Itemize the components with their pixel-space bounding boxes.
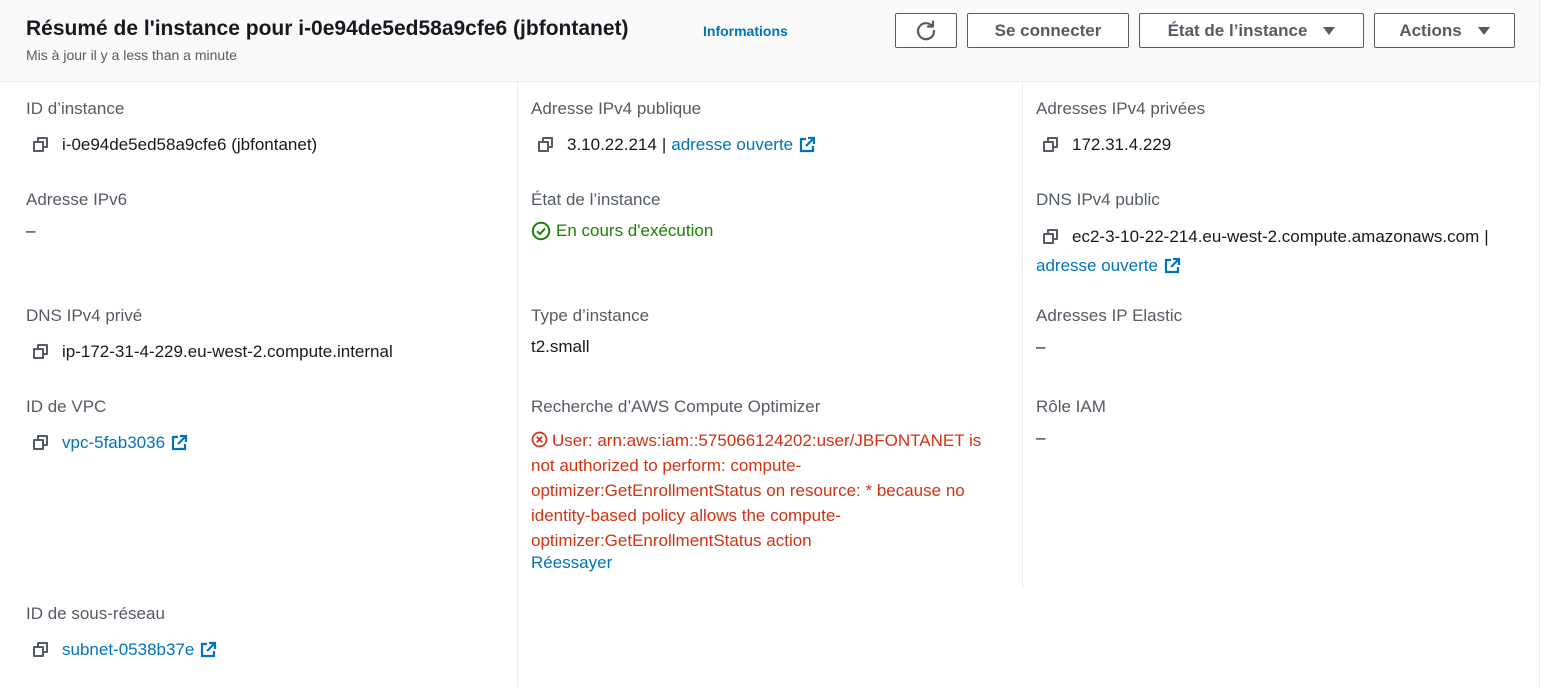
check-circle-icon	[531, 221, 551, 241]
copy-icon[interactable]	[33, 642, 49, 658]
copy-icon[interactable]	[33, 435, 49, 451]
ipv6-value: –	[26, 221, 36, 240]
elastic-ip-value: –	[1036, 337, 1046, 356]
public-dns-text: ec2-3-10-22-214.eu-west-2.compute.amazon…	[1072, 227, 1480, 246]
last-updated-text: Mis à jour il y a less than a minute	[26, 47, 237, 63]
connect-button[interactable]: Se connecter	[967, 13, 1129, 48]
public-ipv4-text: 3.10.22.214	[567, 135, 657, 154]
instance-state-dropdown[interactable]: État de l’instance	[1139, 13, 1364, 48]
instance-type-value: t2.small	[531, 337, 590, 356]
column-divider	[1022, 82, 1023, 589]
elastic-ip-label: Adresses IP Elastic	[1036, 306, 1183, 325]
separator: |	[661, 135, 667, 154]
public-dns-value: ec2-3-10-22-214.eu-west-2.compute.amazon…	[1043, 227, 1494, 247]
instance-state-dropdown-label: État de l’instance	[1167, 20, 1308, 40]
private-ipv4-text: 172.31.4.229	[1072, 135, 1172, 154]
compute-optimizer-error-text: User: arn:aws:iam::575066124202:user/JBF…	[531, 431, 982, 550]
compute-optimizer-label: Recherche d’AWS Compute Optimizer	[531, 397, 821, 416]
instance-state-label: État de l’instance	[531, 190, 661, 209]
external-link-icon	[800, 136, 816, 153]
page-title: Résumé de l'instance pour i-0e94de5ed58a…	[26, 17, 629, 40]
copy-icon[interactable]	[538, 137, 554, 153]
vpc-id-label: ID de VPC	[26, 397, 107, 416]
private-ipv4-value: 172.31.4.229	[1043, 135, 1171, 155]
refresh-icon	[916, 19, 936, 40]
instance-type-label: Type d’instance	[531, 306, 650, 325]
retry-link[interactable]: Réessayer	[531, 553, 612, 573]
private-ipv4-label: Adresses IPv4 privées	[1036, 99, 1206, 118]
refresh-button[interactable]	[895, 13, 957, 48]
actions-dropdown-label: Actions	[1399, 20, 1462, 40]
vpc-id-value: vpc-5fab3036	[33, 433, 188, 453]
caret-down-icon	[1323, 26, 1336, 35]
public-dns-open: adresse ouverte	[1036, 256, 1181, 276]
subnet-id-label: ID de sous-réseau	[26, 604, 165, 623]
instance-id-text: i-0e94de5ed58a9cfe6 (jbfontanet)	[62, 135, 318, 154]
public-ipv4-label: Adresse IPv4 publique	[531, 99, 702, 118]
public-dns-label: DNS IPv4 public	[1036, 190, 1160, 209]
private-dns-label: DNS IPv4 privé	[26, 306, 143, 325]
actions-dropdown[interactable]: Actions	[1374, 13, 1515, 48]
column-divider	[517, 82, 518, 687]
external-link-icon	[201, 641, 217, 658]
public-ipv4-open-link[interactable]: adresse ouverte	[671, 135, 793, 155]
info-link[interactable]: Informations	[703, 23, 788, 39]
external-link-icon	[171, 434, 188, 451]
private-dns-value: ip-172-31-4-229.eu-west-2.compute.intern…	[33, 342, 393, 362]
instance-state-value: En cours d'exécution	[531, 221, 713, 241]
page-header: Résumé de l'instance pour i-0e94de5ed58a…	[0, 0, 1540, 82]
copy-icon[interactable]	[33, 137, 49, 153]
vpc-id-link[interactable]: vpc-5fab3036	[62, 433, 165, 453]
subnet-id-value: subnet-0538b37e	[33, 640, 217, 660]
copy-icon[interactable]	[1043, 137, 1059, 153]
separator: |	[1484, 227, 1489, 246]
error-icon	[531, 431, 548, 448]
public-ipv4-value: 3.10.22.214 | adresse ouverte	[538, 135, 816, 155]
instance-state-text: En cours d'exécution	[556, 221, 714, 240]
public-dns-open-link[interactable]: adresse ouverte	[1036, 256, 1158, 276]
external-link-icon	[1164, 257, 1181, 274]
private-dns-text: ip-172-31-4-229.eu-west-2.compute.intern…	[62, 342, 393, 361]
instance-id-value: i-0e94de5ed58a9cfe6 (jbfontanet)	[33, 135, 317, 155]
compute-optimizer-error: User: arn:aws:iam::575066124202:user/JBF…	[531, 428, 1001, 553]
instance-id-label: ID d’instance	[26, 99, 125, 118]
panel-edge	[1539, 82, 1540, 687]
iam-role-value: –	[1036, 428, 1046, 447]
copy-icon[interactable]	[33, 344, 49, 360]
iam-role-label: Rôle IAM	[1036, 397, 1106, 416]
caret-down-icon	[1477, 26, 1490, 35]
ipv6-label: Adresse IPv6	[26, 190, 128, 209]
subnet-id-link[interactable]: subnet-0538b37e	[62, 640, 194, 660]
copy-icon[interactable]	[1043, 229, 1059, 245]
connect-button-label: Se connecter	[994, 20, 1102, 40]
